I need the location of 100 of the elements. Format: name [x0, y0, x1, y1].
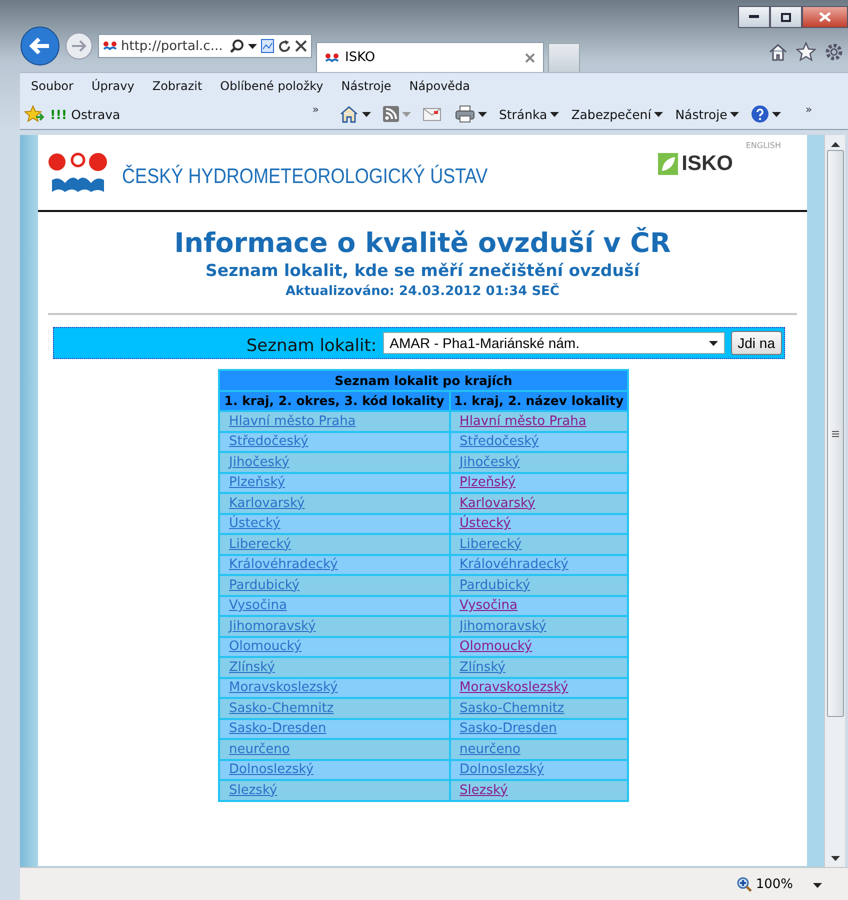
region-link[interactable]: Jihočeský	[229, 454, 290, 470]
region-link[interactable]: Slezský	[229, 782, 278, 798]
command-menu[interactable]: Stránka	[498, 106, 560, 122]
region-link[interactable]: Dolnoslezský	[229, 762, 314, 778]
caret-icon[interactable]	[654, 112, 664, 116]
location-dropdown[interactable]: AMAR - Pha1-Mariánské nám.	[382, 332, 725, 354]
menu-item[interactable]: Oblíbené položky	[211, 79, 332, 93]
menu-item[interactable]: Zobrazit	[143, 79, 212, 93]
page-subtitle: Seznam lokalit, kde se měří znečištění ovzduší	[204, 261, 641, 280]
close-icon	[819, 12, 831, 22]
region-link[interactable]: Plzeňský	[229, 475, 286, 490]
scroll-up-icon[interactable]	[830, 142, 840, 147]
region-link[interactable]: Olomoucký	[460, 639, 532, 654]
back-button[interactable]	[20, 26, 60, 66]
overflow-chevron[interactable]: »	[312, 103, 319, 116]
menu-item[interactable]: Úpravy	[82, 79, 144, 93]
region-link[interactable]: Olomoucký	[229, 639, 302, 654]
region-link[interactable]: Jihomoravský	[229, 618, 316, 634]
region-link[interactable]: Ústecký	[460, 516, 511, 532]
command-menu[interactable]: Nástroje	[675, 106, 740, 122]
caret-icon[interactable]	[478, 112, 487, 116]
caret-icon[interactable]	[248, 44, 257, 48]
region-link[interactable]: Sasko-Chemnitz	[229, 700, 334, 716]
logo-icon	[48, 152, 108, 194]
caret-icon[interactable]	[362, 112, 371, 116]
region-link[interactable]: neurčeno	[460, 742, 520, 757]
caret-icon[interactable]	[730, 112, 740, 116]
region-link[interactable]: Sasko-Dresden	[460, 721, 557, 736]
print-icon[interactable]	[454, 105, 475, 123]
region-link[interactable]: Ústecký	[229, 516, 280, 532]
rss-icon[interactable]	[382, 106, 399, 122]
compatibility-icon[interactable]	[261, 39, 274, 53]
region-link[interactable]: Hlavní město Praha	[229, 414, 356, 429]
region-link[interactable]: Dolnoslezský	[460, 762, 544, 778]
caret-icon[interactable]	[813, 882, 822, 888]
caret-icon[interactable]	[550, 112, 560, 116]
selector-label: Seznam lokalit:	[246, 336, 377, 356]
region-link[interactable]: Vysočina	[460, 598, 518, 614]
region-link[interactable]: Zlínský	[460, 660, 506, 675]
region-link[interactable]: Slezský	[460, 782, 508, 798]
favorite-link[interactable]: !!! Ostrava	[50, 106, 120, 122]
help-icon[interactable]	[751, 105, 770, 123]
table-caption: Seznam lokalit po krajích	[219, 370, 628, 390]
scrollbar-thumb[interactable]	[826, 150, 844, 717]
browser-tab[interactable]: ISKO	[316, 42, 544, 72]
command-menu[interactable]: Zabezpečení	[571, 106, 664, 122]
caret-icon	[708, 340, 718, 346]
maximize-button[interactable]	[770, 6, 802, 28]
region-link[interactable]: Sasko-Chemnitz	[460, 700, 564, 716]
region-link[interactable]: Karlovarský	[229, 496, 305, 511]
region-link[interactable]: Moravskoslezský	[229, 680, 338, 696]
region-link[interactable]: Středočeský	[460, 434, 539, 450]
page-title: Informace o kvalitě ovzduší v ČR	[173, 228, 672, 259]
region-link[interactable]: Jihomoravský	[460, 618, 546, 634]
region-link[interactable]: Liberecký	[229, 536, 292, 552]
search-icon[interactable]	[230, 39, 244, 53]
region-link[interactable]: Královéhradecký	[460, 557, 568, 572]
star-icon[interactable]	[796, 42, 816, 62]
region-link[interactable]: Pardubický	[229, 578, 300, 593]
region-link[interactable]: Plzeňský	[460, 475, 516, 490]
go-button[interactable]: Jdi na	[730, 331, 782, 355]
region-link[interactable]: Pardubický	[460, 578, 530, 593]
column-header: 1. kraj, 2. okres, 3. kód lokality	[219, 390, 450, 411]
maximize-icon	[781, 12, 791, 22]
region-link[interactable]: Hlavní město Praha	[460, 414, 586, 429]
region-link[interactable]: Karlovarský	[460, 496, 536, 511]
region-link[interactable]: Vysočina	[229, 598, 287, 614]
caret-icon[interactable]	[772, 112, 782, 116]
favorites-star-icon[interactable]	[24, 105, 44, 123]
close-icon[interactable]	[525, 52, 535, 62]
home-icon[interactable]	[338, 105, 359, 123]
update-time: Aktualizováno: 24.03.2012 01:34 SEČ	[284, 284, 560, 299]
address-bar[interactable]: http://portal.c...	[98, 34, 312, 58]
zoom-level[interactable]: 100%	[756, 876, 793, 892]
menu-item[interactable]: Soubor	[22, 79, 82, 93]
mail-icon[interactable]	[422, 108, 441, 120]
region-link[interactable]: Zlínský	[229, 660, 275, 675]
language-link[interactable]: ENGLISH	[746, 141, 781, 150]
menu-item[interactable]: Nápověda	[400, 79, 480, 93]
region-link[interactable]: Moravskoslezský	[460, 680, 568, 696]
home-icon[interactable]	[768, 42, 788, 62]
region-link[interactable]: neurčeno	[229, 742, 290, 757]
minimize-button[interactable]	[738, 6, 770, 28]
minimize-icon	[749, 15, 759, 19]
favicon-icon	[325, 52, 339, 62]
region-link[interactable]: Jihočeský	[460, 454, 520, 470]
region-link[interactable]: Sasko-Dresden	[229, 721, 326, 736]
scroll-down-icon[interactable]	[830, 856, 840, 861]
region-link[interactable]: Liberecký	[460, 536, 522, 552]
overflow-chevron[interactable]: »	[805, 103, 812, 116]
stop-icon[interactable]	[295, 40, 307, 52]
refresh-icon[interactable]	[278, 40, 291, 52]
region-link[interactable]: Královéhradecký	[229, 557, 338, 572]
brand-logo: ISKO	[658, 152, 733, 176]
organization-name: ČESKÝ HYDROMETEOROLOGICKÝ ÚSTAV	[122, 164, 488, 188]
close-button[interactable]	[802, 6, 848, 28]
settings-icon[interactable]	[824, 42, 844, 62]
region-link[interactable]: Středočeský	[229, 434, 308, 450]
menu-item[interactable]: Nástroje	[332, 79, 400, 93]
zoom-icon[interactable]	[736, 876, 752, 892]
